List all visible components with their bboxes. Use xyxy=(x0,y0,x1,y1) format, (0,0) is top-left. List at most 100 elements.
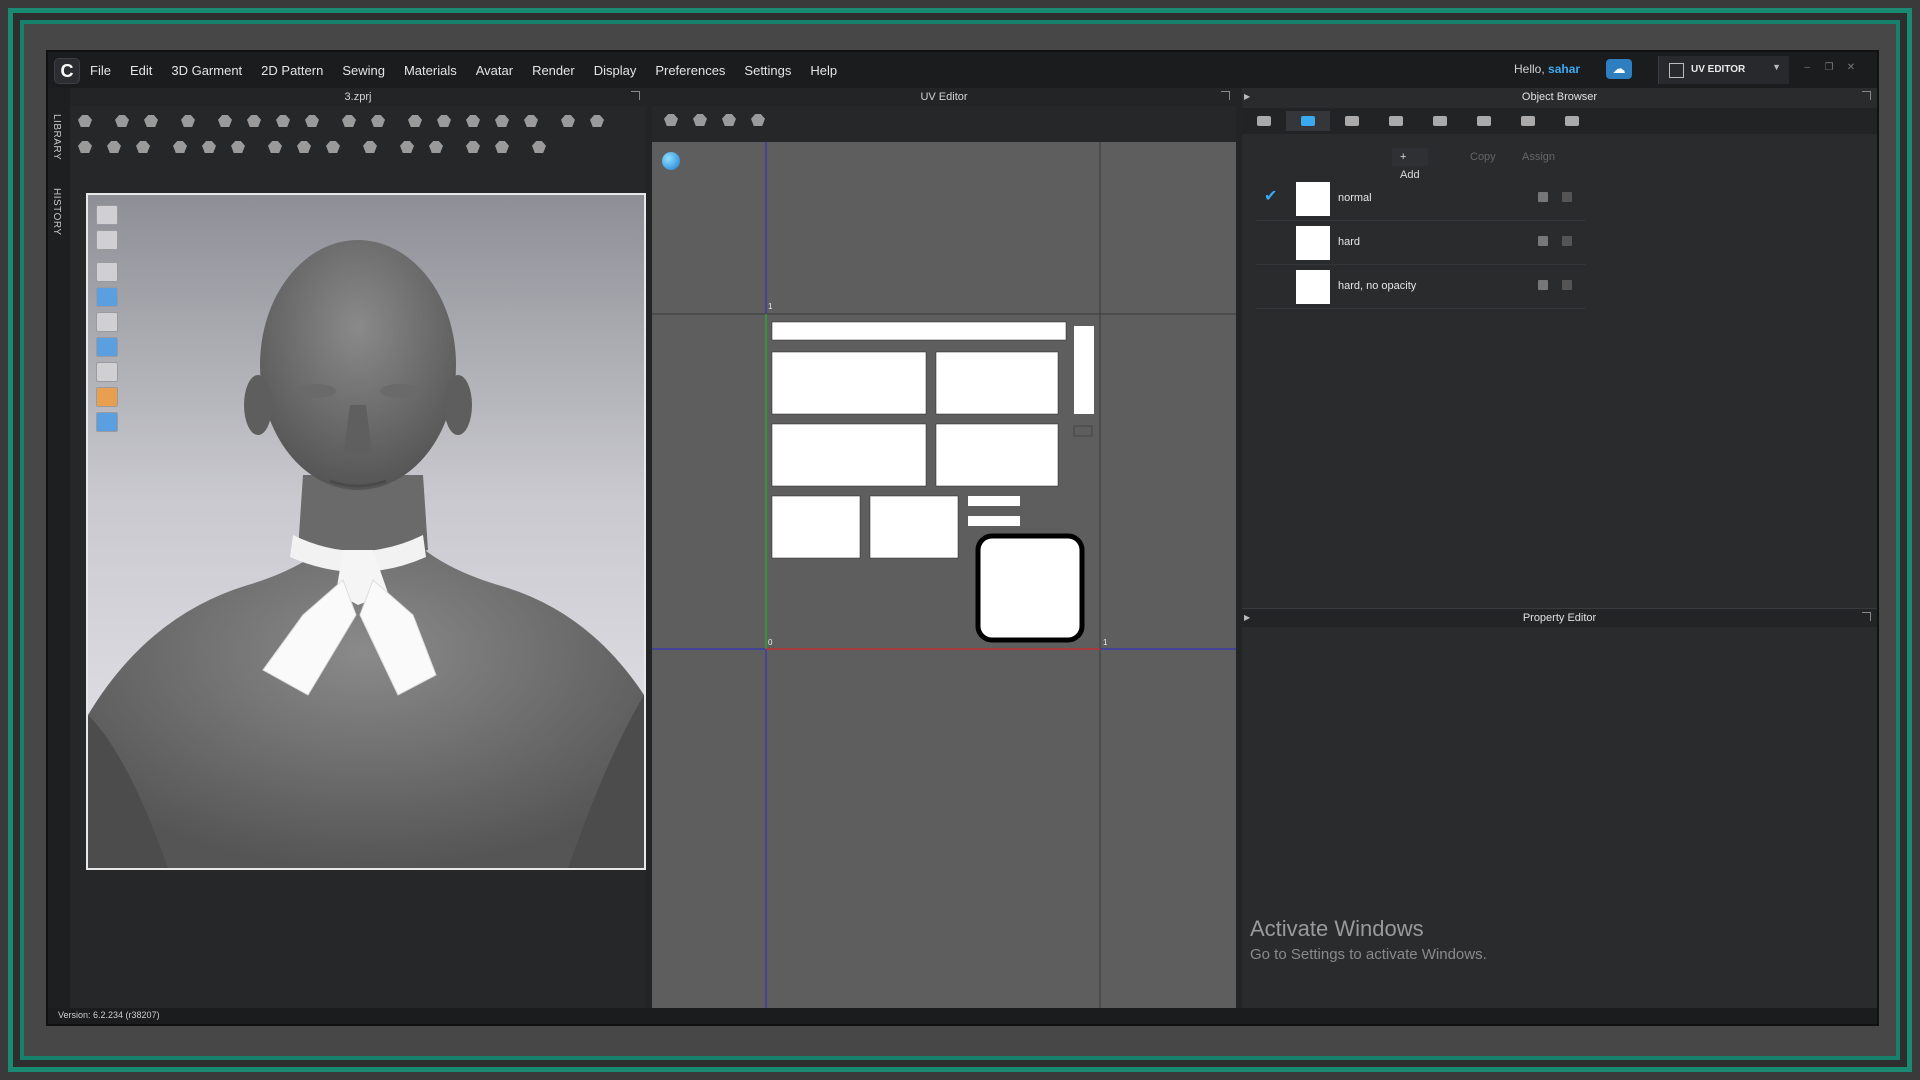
tab-line-icon[interactable] xyxy=(1374,111,1418,131)
buttonhole-icon[interactable] xyxy=(198,138,220,156)
puckering-icon[interactable] xyxy=(462,112,484,130)
unfold-icon[interactable] xyxy=(272,112,294,130)
trim-icon[interactable] xyxy=(322,138,344,156)
menu-help[interactable]: Help xyxy=(810,63,837,78)
uv-transform-icon[interactable] xyxy=(689,111,711,129)
strengthen-icon[interactable] xyxy=(491,112,513,130)
zipper-icon[interactable] xyxy=(264,138,286,156)
menu-materials[interactable]: Materials xyxy=(404,63,457,78)
texture-edit-icon[interactable] xyxy=(425,138,447,156)
uv-canvas[interactable]: 1 0 1 xyxy=(652,142,1236,1008)
menu-settings[interactable]: Settings xyxy=(744,63,791,78)
brush-icon[interactable] xyxy=(74,138,96,156)
add-button[interactable]: + Add xyxy=(1392,148,1428,181)
avatar-pose-icon[interactable] xyxy=(520,112,542,130)
uv-axis-label-top: 1 xyxy=(768,302,773,311)
uv-camera-icon[interactable] xyxy=(660,111,682,129)
popout-icon[interactable] xyxy=(1862,91,1871,100)
menu-3d-garment[interactable]: 3D Garment xyxy=(171,63,242,78)
activation-watermark: Activate Windows Go to Settings to activ… xyxy=(1250,916,1487,963)
cloud-icon[interactable]: ☁ xyxy=(1606,59,1632,79)
material-row-hard-no-opacity[interactable]: hard, no opacity xyxy=(1256,266,1586,309)
snap-icon[interactable] xyxy=(293,138,315,156)
viewport-3d-panel: 3.zprj xyxy=(70,88,646,1008)
menu-avatar[interactable]: Avatar xyxy=(476,63,513,78)
chevron-down-icon[interactable]: ▼ xyxy=(1772,62,1781,72)
tab-history[interactable]: HISTORY xyxy=(51,188,62,236)
tape-icon[interactable] xyxy=(404,112,426,130)
graphic-icon[interactable] xyxy=(359,138,381,156)
button-icon[interactable] xyxy=(169,138,191,156)
tab-topstitch-icon[interactable] xyxy=(1418,111,1462,131)
popout-icon[interactable] xyxy=(1862,612,1871,621)
uv-move-icon[interactable] xyxy=(718,111,740,129)
material-edit-icon[interactable] xyxy=(1538,236,1548,246)
panel-arrow-icon[interactable]: ▶ xyxy=(1244,92,1250,101)
main-menu: File Edit 3D Garment 2D Pattern Sewing M… xyxy=(90,52,856,88)
material-row-normal[interactable]: ✔ normal xyxy=(1256,178,1586,221)
material-swatch xyxy=(1296,226,1330,260)
material-edit-icon[interactable] xyxy=(1538,280,1548,290)
material-row-hard[interactable]: hard xyxy=(1256,222,1586,265)
material-name: normal xyxy=(1338,192,1372,204)
menu-edit[interactable]: Edit xyxy=(130,63,152,78)
shirt-alt-icon[interactable] xyxy=(586,112,608,130)
material-swatch xyxy=(1296,270,1330,304)
edit-line-icon[interactable] xyxy=(140,112,162,130)
tab-library[interactable]: LIBRARY xyxy=(51,114,62,160)
select-mesh-icon[interactable] xyxy=(74,112,96,130)
copy-button[interactable]: Copy xyxy=(1462,148,1504,166)
tab-measure-icon[interactable] xyxy=(1550,111,1594,131)
viewport-3d[interactable] xyxy=(86,193,646,870)
menu-file[interactable]: File xyxy=(90,63,111,78)
tab-button-icon[interactable] xyxy=(1330,111,1374,131)
uv-axis-label-right: 1 xyxy=(1103,638,1108,647)
tab-list-icon[interactable] xyxy=(1242,111,1286,131)
transform-pattern-icon[interactable] xyxy=(111,112,133,130)
tab-zipper-icon[interactable] xyxy=(1506,111,1550,131)
flatten-icon[interactable] xyxy=(301,112,323,130)
assign-button[interactable]: Assign xyxy=(1514,148,1563,166)
fold-icon[interactable] xyxy=(214,112,236,130)
close-icon[interactable]: ✕ xyxy=(1844,62,1858,74)
menu-bar: C File Edit 3D Garment 2D Pattern Sewing… xyxy=(48,52,1877,88)
menu-render[interactable]: Render xyxy=(532,63,575,78)
material-delete-icon[interactable] xyxy=(1562,192,1572,202)
pin-icon[interactable] xyxy=(338,112,360,130)
material-edit-icon[interactable] xyxy=(1538,192,1548,202)
fold-arrangement-icon[interactable] xyxy=(243,112,265,130)
menu-preferences[interactable]: Preferences xyxy=(655,63,725,78)
tab-fabric-icon[interactable] xyxy=(1286,111,1330,131)
texture-icon[interactable] xyxy=(396,138,418,156)
app-logo[interactable]: C xyxy=(54,58,80,84)
popout-icon[interactable] xyxy=(631,91,640,100)
user-name[interactable]: sahar xyxy=(1548,62,1580,76)
brush-erase-icon[interactable] xyxy=(132,138,154,156)
popout-icon[interactable] xyxy=(1221,91,1230,100)
material-name: hard xyxy=(1338,236,1361,248)
property-editor-header: Property Editor ▶ xyxy=(1242,608,1877,627)
align-icon[interactable] xyxy=(528,138,550,156)
panel-arrow-icon[interactable]: ▶ xyxy=(1244,613,1250,622)
restore-icon[interactable]: ❐ xyxy=(1822,62,1836,74)
menu-sewing[interactable]: Sewing xyxy=(342,63,385,78)
measure-icon[interactable] xyxy=(367,112,389,130)
print-edit-icon[interactable] xyxy=(491,138,513,156)
uv-scale-icon[interactable] xyxy=(747,111,769,129)
menu-2d-pattern[interactable]: 2D Pattern xyxy=(261,63,323,78)
uv-axis-label-origin: 0 xyxy=(768,638,773,647)
garment-icon[interactable] xyxy=(177,112,199,130)
minimize-icon[interactable]: – xyxy=(1800,62,1814,74)
tab-zigzag-icon[interactable] xyxy=(1462,111,1506,131)
fabric-icon[interactable] xyxy=(433,112,455,130)
brush-alt-icon[interactable] xyxy=(103,138,125,156)
print-icon[interactable] xyxy=(462,138,484,156)
menu-display[interactable]: Display xyxy=(594,63,637,78)
mode-selector[interactable]: UV EDITOR ▼ xyxy=(1658,56,1789,84)
watermark-title: Activate Windows xyxy=(1250,916,1424,941)
toolbar-3d-row2 xyxy=(74,134,557,160)
shirt-icon[interactable] xyxy=(557,112,579,130)
material-delete-icon[interactable] xyxy=(1562,280,1572,290)
gathering-icon[interactable] xyxy=(227,138,249,156)
material-delete-icon[interactable] xyxy=(1562,236,1572,246)
